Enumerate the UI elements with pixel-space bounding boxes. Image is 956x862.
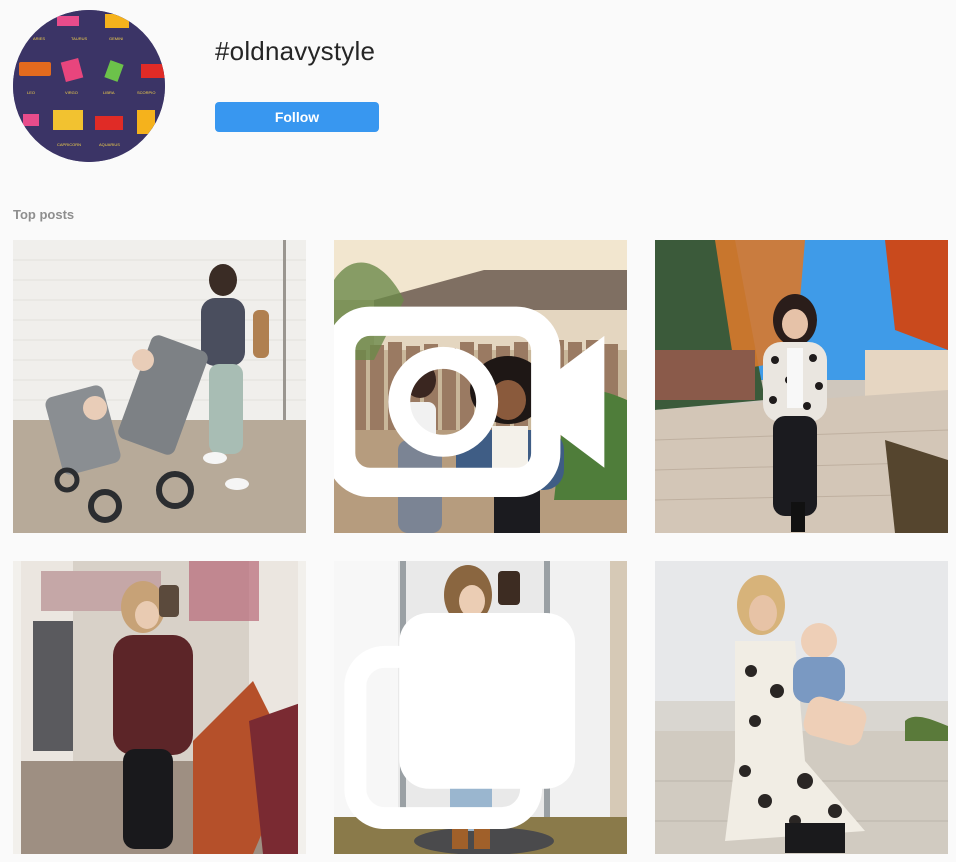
post-mother-baby-dress[interactable] bbox=[655, 561, 948, 854]
video-icon bbox=[334, 306, 605, 498]
svg-text:LIBRA: LIBRA bbox=[103, 90, 115, 95]
post-image bbox=[655, 561, 948, 854]
svg-text:GEMINI: GEMINI bbox=[109, 36, 123, 41]
follow-button[interactable]: Follow bbox=[215, 102, 379, 132]
post-image bbox=[655, 240, 948, 533]
svg-text:ARIES: ARIES bbox=[33, 36, 45, 41]
svg-text:CANCER: CANCER bbox=[149, 36, 165, 41]
svg-text:LEO: LEO bbox=[27, 90, 35, 95]
post-leopard-jacket[interactable] bbox=[655, 240, 948, 533]
carousel-icon bbox=[344, 612, 576, 830]
post-mustard-coat[interactable] bbox=[334, 561, 627, 854]
post-image bbox=[13, 240, 306, 533]
svg-text:AQUARIUS: AQUARIUS bbox=[99, 142, 120, 147]
hashtag-title: #oldnavystyle bbox=[215, 36, 376, 66]
post-girls-fence[interactable] bbox=[334, 240, 627, 533]
avatar-candy-zodiac-image: ARIES TAURUS GEMINI CANCER LEO VIRGO LIB… bbox=[13, 10, 165, 162]
post-mom-stroller[interactable] bbox=[13, 240, 306, 533]
hashtag-avatar: ARIES TAURUS GEMINI CANCER LEO VIRGO LIB… bbox=[13, 10, 165, 162]
post-mirror-selfie-burgundy[interactable] bbox=[13, 561, 306, 854]
top-posts-label: Top posts bbox=[13, 207, 75, 222]
hashtag-header: ARIES TAURUS GEMINI CANCER LEO VIRGO LIB… bbox=[0, 0, 956, 180]
post-image bbox=[13, 561, 306, 854]
svg-text:TAURUS: TAURUS bbox=[71, 36, 87, 41]
svg-text:CAPRICORN: CAPRICORN bbox=[57, 142, 81, 147]
svg-text:VIRGO: VIRGO bbox=[65, 90, 78, 95]
svg-text:SCORPIO: SCORPIO bbox=[137, 90, 155, 95]
